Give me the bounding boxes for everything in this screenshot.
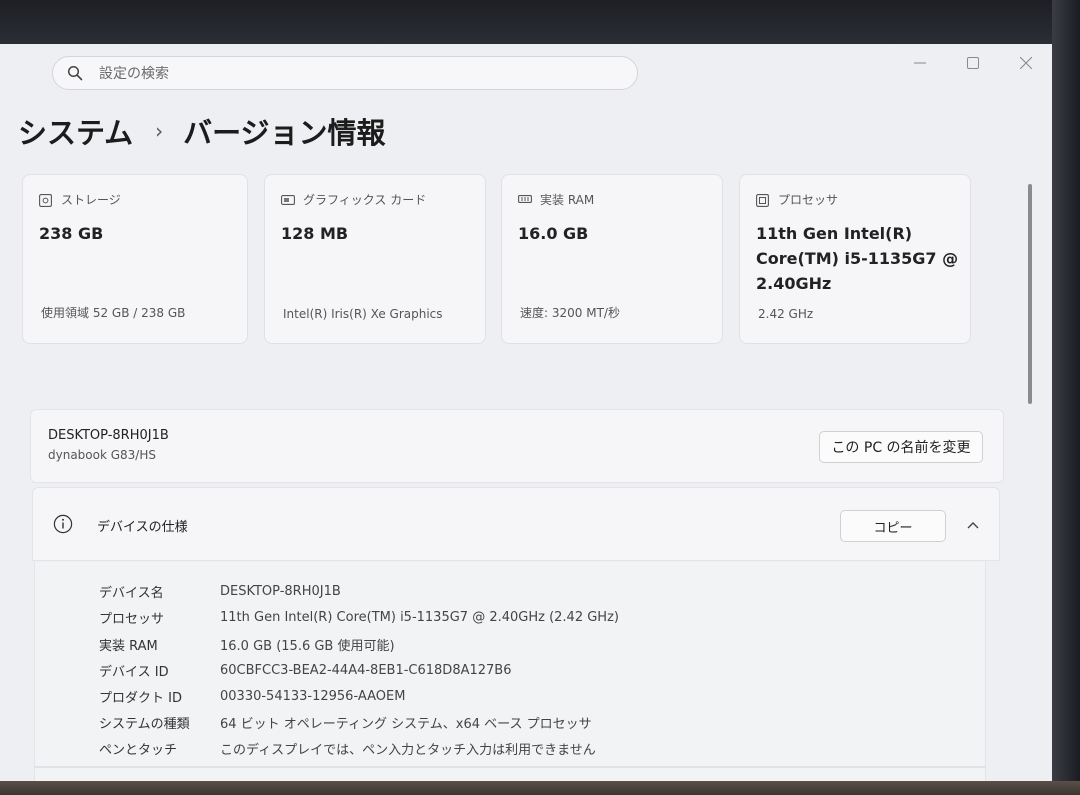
minimize-button[interactable] — [907, 52, 933, 74]
graphics-value: 128 MB — [281, 224, 349, 243]
spec-key: 実装 RAM — [99, 638, 158, 654]
screen-bezel-right — [1052, 0, 1080, 795]
search-box[interactable] — [52, 56, 638, 90]
device-name-panel: DESKTOP-8RH0J1B dynabook G83/HS この PC の名… — [30, 409, 1004, 483]
graphics-label: グラフィックス カード — [303, 193, 427, 207]
scrollbar[interactable] — [1028, 184, 1032, 404]
maximize-button[interactable] — [960, 52, 986, 74]
storage-card[interactable]: ストレージ 238 GB 使用領域 52 GB / 238 GB — [22, 174, 248, 344]
screen-bezel-top — [0, 0, 1080, 44]
close-icon — [1020, 57, 1032, 69]
device-model: dynabook G83/HS — [48, 448, 156, 462]
spec-key: プロダクト ID — [99, 690, 182, 706]
ram-value: 16.0 GB — [518, 224, 589, 243]
spec-key: デバイス名 — [99, 585, 164, 601]
spec-row: プロセッサ 11th Gen Intel(R) Core(TM) i5-1135… — [99, 605, 619, 629]
storage-value: 238 GB — [39, 224, 104, 243]
device-specs-header[interactable]: デバイスの仕様 コピー — [32, 487, 1000, 561]
spec-row: デバイス ID 60CBFCC3-BEA2-44A4-8EB1-C618D8A1… — [99, 658, 511, 682]
breadcrumb-separator: › — [155, 119, 164, 143]
spec-key: システムの種類 — [99, 716, 190, 732]
breadcrumb: システム › バージョン情報 — [18, 110, 386, 152]
storage-icon — [39, 193, 53, 207]
processor-label: プロセッサ — [778, 193, 839, 207]
processor-value: 11th Gen Intel(R) Core(TM) i5-1135G7 @ 2… — [756, 221, 958, 296]
device-specs-body: デバイス名 DESKTOP-8RH0J1B プロセッサ 11th Gen Int… — [34, 562, 986, 781]
ram-speed: 速度: 3200 MT/秒 — [520, 306, 620, 320]
processor-card[interactable]: プロセッサ 11th Gen Intel(R) Core(TM) i5-1135… — [739, 174, 971, 344]
settings-window: システム › バージョン情報 ストレージ 238 GB 使用領域 52 GB /… — [0, 44, 1052, 781]
spec-value: 11th Gen Intel(R) Core(TM) i5-1135G7 @ 2… — [220, 609, 619, 625]
info-icon — [53, 514, 73, 534]
spec-value: このディスプレイでは、ペン入力とタッチ入力は利用できません — [220, 742, 596, 758]
chevron-up-icon[interactable] — [965, 518, 981, 532]
section-divider — [34, 766, 986, 768]
device-specs-title: デバイスの仕様 — [97, 520, 188, 535]
close-button[interactable] — [1013, 52, 1039, 74]
search-icon — [67, 65, 83, 81]
storage-usage: 使用領域 52 GB / 238 GB — [41, 306, 186, 320]
graphics-card[interactable]: グラフィックス カード 128 MB Intel(R) Iris(R) Xe G… — [264, 174, 486, 344]
graphics-card-icon — [281, 194, 295, 206]
spec-row: ペンとタッチ このディスプレイでは、ペン入力とタッチ入力は利用できません — [99, 736, 596, 760]
search-input[interactable] — [97, 63, 621, 85]
processor-value-line: Core(TM) i5-1135G7 @ — [756, 249, 959, 268]
ram-label: 実装 RAM — [540, 193, 595, 207]
ram-icon — [518, 194, 532, 206]
spec-value: 64 ビット オペレーティング システム、x64 ベース プロセッサ — [220, 716, 592, 732]
minimize-icon — [914, 62, 926, 64]
spec-key: デバイス ID — [99, 664, 169, 680]
spec-key: プロセッサ — [99, 611, 165, 627]
rename-pc-button[interactable]: この PC の名前を変更 — [819, 431, 983, 463]
spec-row: デバイス名 DESKTOP-8RH0J1B — [99, 579, 341, 603]
ram-card[interactable]: 実装 RAM 16.0 GB 速度: 3200 MT/秒 — [501, 174, 723, 344]
processor-icon — [756, 193, 770, 207]
spec-value: 00330-54133-12956-AAOEM — [220, 688, 406, 704]
processor-speed: 2.42 GHz — [758, 307, 814, 321]
spec-row: システムの種類 64 ビット オペレーティング システム、x64 ベース プロセ… — [99, 710, 592, 734]
device-name: DESKTOP-8RH0J1B — [48, 428, 169, 443]
spec-value: DESKTOP-8RH0J1B — [220, 583, 341, 599]
maximize-icon — [967, 57, 979, 69]
graphics-name: Intel(R) Iris(R) Xe Graphics — [283, 307, 443, 321]
processor-value-line: 11th Gen Intel(R) — [756, 224, 913, 243]
storage-label: ストレージ — [61, 193, 121, 207]
breadcrumb-parent[interactable]: システム — [18, 110, 133, 152]
page-title: バージョン情報 — [183, 116, 386, 150]
processor-value-line: 2.40GHz — [756, 274, 832, 293]
spec-row: 実装 RAM 16.0 GB (15.6 GB 使用可能) — [99, 632, 395, 656]
spec-key: ペンとタッチ — [99, 742, 178, 758]
screen-bezel-bottom — [0, 781, 1080, 795]
copy-button[interactable]: コピー — [840, 510, 946, 542]
spec-row: プロダクト ID 00330-54133-12956-AAOEM — [99, 684, 405, 708]
spec-value: 60CBFCC3-BEA2-44A4-8EB1-C618D8A127B6 — [220, 662, 512, 678]
spec-value: 16.0 GB (15.6 GB 使用可能) — [220, 638, 395, 654]
